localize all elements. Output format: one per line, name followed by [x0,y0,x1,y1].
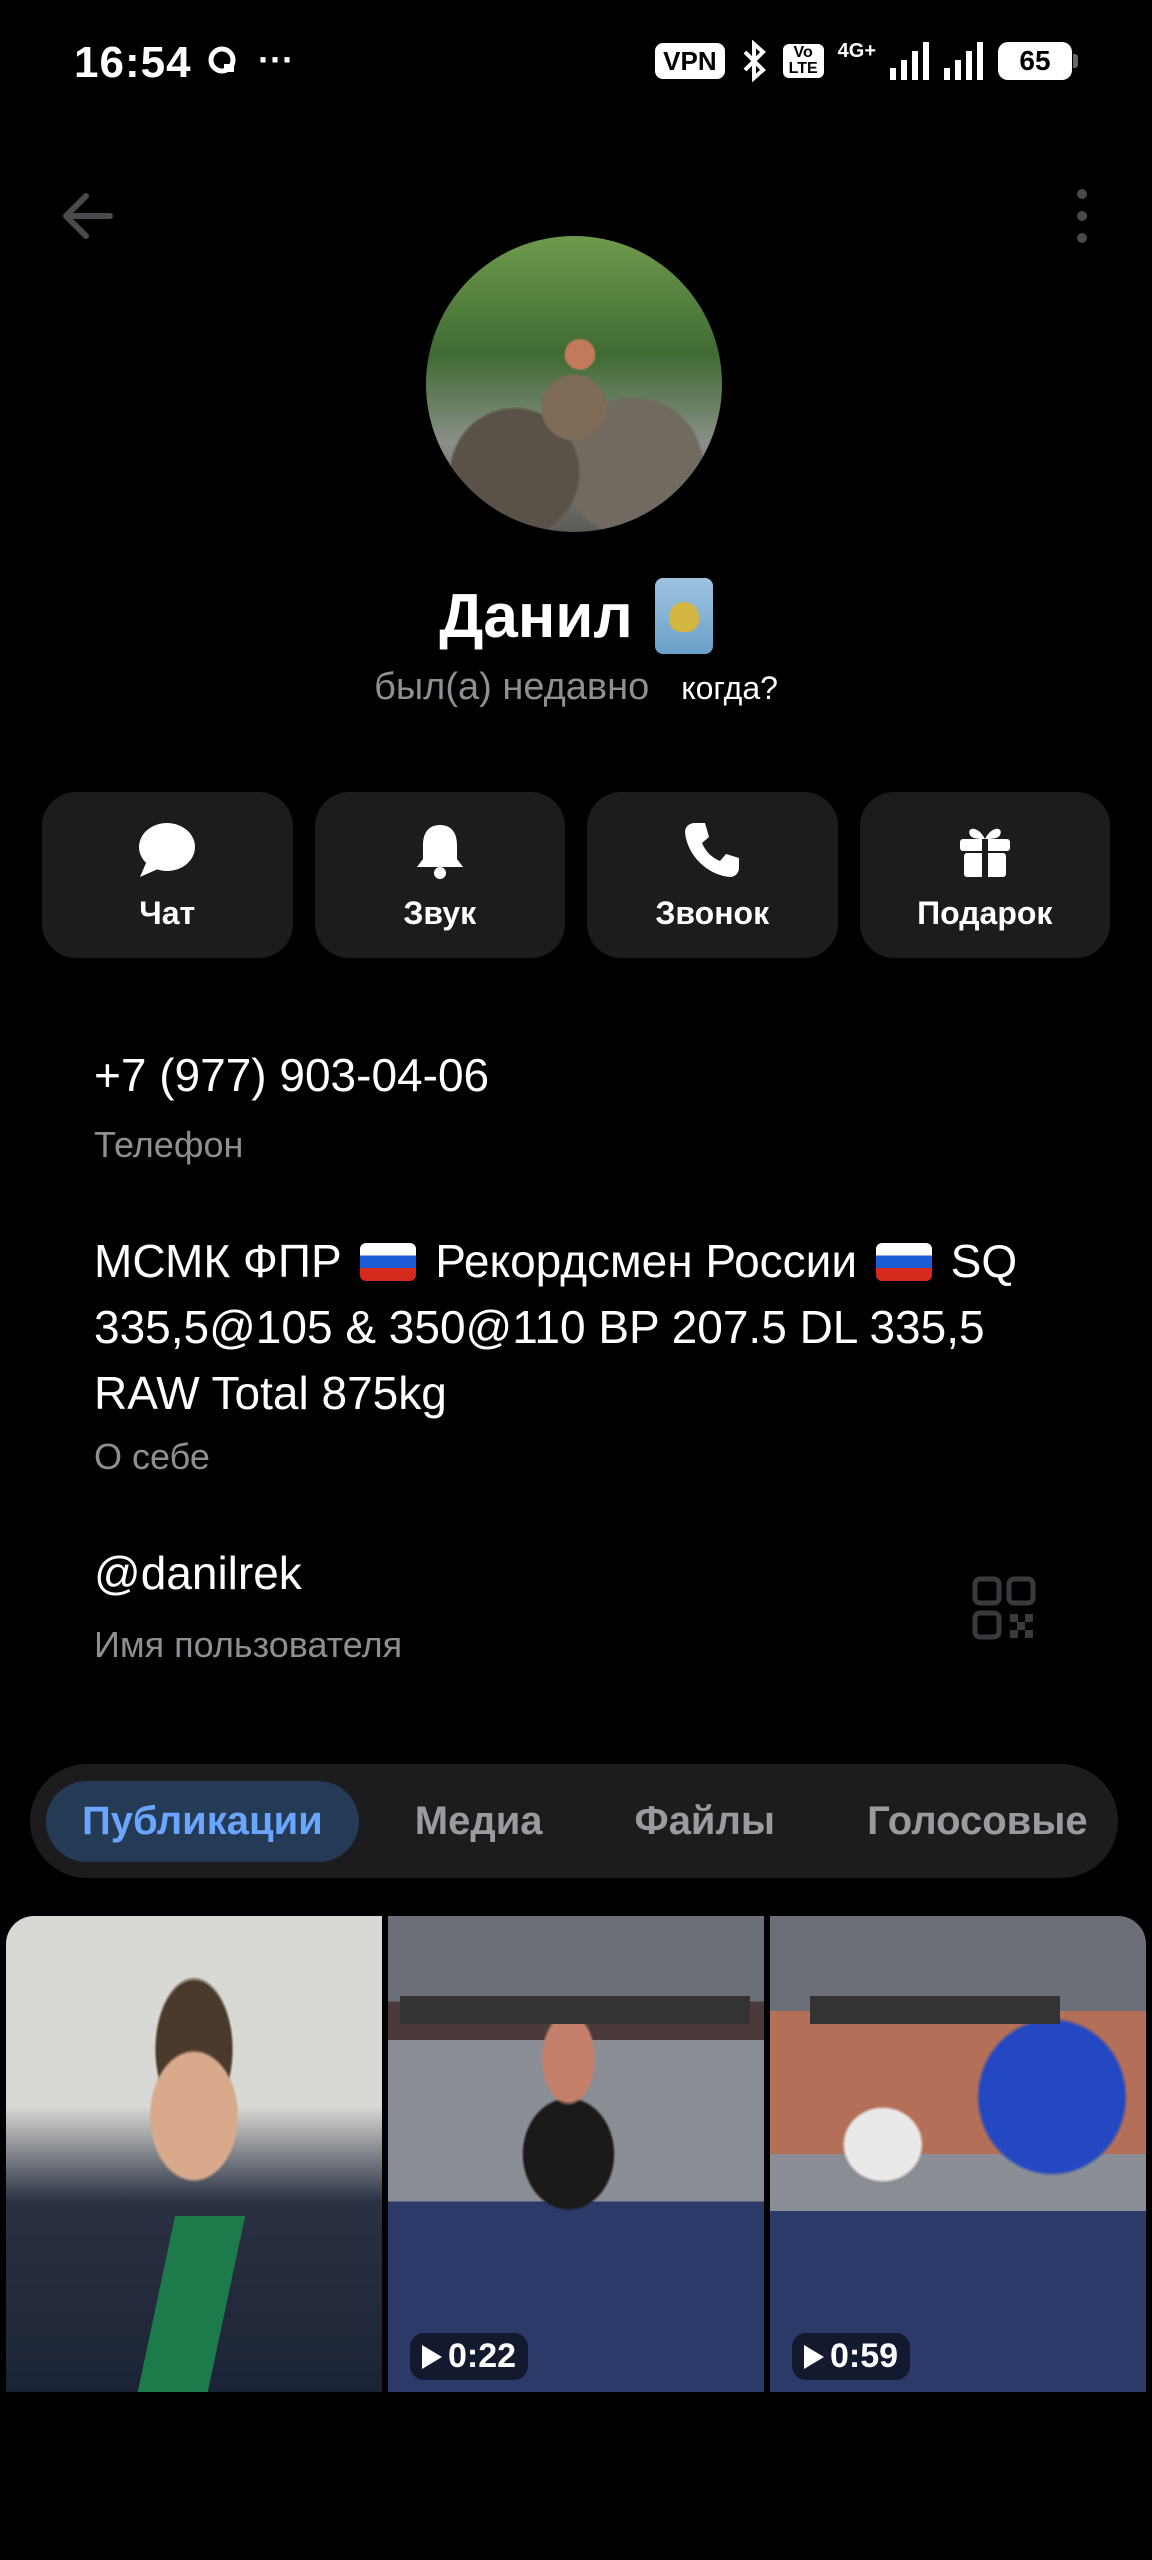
bluetooth-icon [743,40,766,82]
chat-label: Чат [139,894,196,931]
bio-part-1: МСМК ФПР [94,1235,342,1287]
russia-flag-icon [360,1243,417,1281]
status-left-icons: ··· [206,39,294,80]
bell-icon [416,824,463,879]
signal-icon [890,42,929,80]
status-right-icons: VPN Vo LTE 4G+ 65 [655,40,1078,82]
last-seen: был(а) недавно [374,666,650,708]
emoji-status-icon[interactable] [654,578,713,654]
gift-label: Подарок [917,894,1053,931]
volte-icon: Vo LTE [782,44,824,78]
more-vert-icon[interactable] [1070,186,1094,246]
phone-number[interactable]: +7 (977) 903-04-06 [94,1048,489,1102]
qr-code-icon[interactable] [972,1576,1036,1640]
bio-part-2: Рекордсмен России [435,1235,858,1287]
back-arrow-icon[interactable] [56,184,120,248]
bio-label: О себе [94,1436,210,1477]
sound-label: Звук [403,894,477,931]
signal-icon-2 [944,42,983,80]
status-row: был(а) недавно когда? [0,666,1152,709]
video-duration-2: 0:59 [830,2337,899,2375]
vpn-icon: VPN [655,43,725,79]
status-time: 16:54 [74,38,192,87]
media-item-photo[interactable] [6,1916,382,2392]
media-tabs: Публикации Медиа Файлы Голосовые [30,1764,1118,1878]
profile-name: Данил [439,581,633,651]
call-label: Звонок [655,894,770,931]
when-link[interactable]: когда? [681,670,778,707]
username-label: Имя пользователя [94,1624,403,1665]
video-duration-badge: 0:22 [410,2333,529,2380]
media-item-video-2[interactable]: 0:59 [770,1916,1146,2392]
tab-voice[interactable]: Голосовые [831,1781,1118,1862]
play-icon-2 [804,2344,824,2369]
chat-notification-icon [208,46,236,74]
chat-bubble-icon [139,822,196,877]
video-duration-badge-2: 0:59 [792,2333,911,2380]
tab-files[interactable]: Файлы [599,1781,812,1862]
media-item-video[interactable]: 0:22 [388,1916,764,2392]
tab-publications[interactable]: Публикации [46,1780,359,1862]
more-notifications-icon: ··· [258,39,294,80]
action-buttons: Чат Звук Звонок Подарок [42,792,1110,958]
video-duration: 0:22 [448,2337,517,2375]
phone-label: Телефон [94,1124,244,1165]
media-grid: 0:22 0:59 [6,1916,1146,2392]
sound-button[interactable]: Звук [314,792,565,958]
gift-icon [959,828,1010,877]
call-button[interactable]: Звонок [587,792,838,958]
play-icon [422,2344,442,2369]
chat-button[interactable]: Чат [42,792,293,958]
tab-media[interactable]: Медиа [379,1781,579,1862]
gift-button[interactable]: Подарок [859,792,1110,958]
name-row: Данил [0,578,1152,654]
username[interactable]: @danilrek [94,1546,302,1600]
russia-flag-icon-2 [875,1243,932,1281]
phone-icon [685,822,740,877]
battery-icon: 65 [998,42,1078,80]
network-type: 4G+ [837,40,876,62]
bio-text[interactable]: МСМК ФПР Рекордсмен России SQ 335,5@105 … [94,1228,1054,1426]
avatar[interactable] [426,236,722,532]
